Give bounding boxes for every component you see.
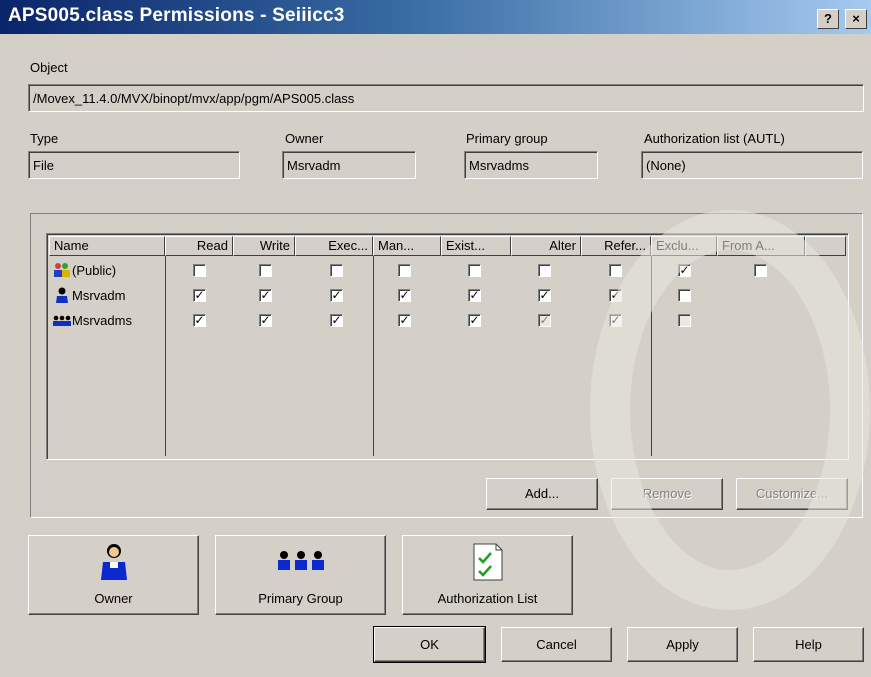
- ok-button[interactable]: OK: [373, 626, 486, 663]
- column-header-existence[interactable]: Exist...: [441, 236, 511, 256]
- column-header-management[interactable]: Man...: [373, 236, 441, 256]
- type-label: Type: [30, 131, 59, 146]
- column-header-write[interactable]: Write: [233, 236, 295, 256]
- checkbox-read[interactable]: [193, 264, 206, 277]
- checkbox-reference[interactable]: ✓: [609, 289, 622, 302]
- checkbox-management[interactable]: ✓: [398, 289, 411, 302]
- checkbox-read[interactable]: ✓: [193, 314, 206, 327]
- checkbox-alter[interactable]: ✓: [538, 314, 551, 327]
- primary-group-button[interactable]: Primary Group: [215, 535, 386, 615]
- checkbox-reference[interactable]: [609, 264, 622, 277]
- permissions-dialog: APS005.class Permissions - Seiiicc3 ? × …: [0, 0, 871, 677]
- primary-group-label: Primary group: [466, 131, 548, 146]
- authorization-list-button-label: Authorization List: [437, 591, 538, 606]
- owner-person-icon: [97, 542, 131, 583]
- row-name-label: (Public): [72, 263, 117, 278]
- remove-button[interactable]: Remove: [611, 478, 723, 510]
- checkbox-execute[interactable]: ✓: [330, 314, 343, 327]
- public-icon: [53, 262, 71, 278]
- checkbox-execute[interactable]: ✓: [330, 289, 343, 302]
- permissions-list[interactable]: Name Read Write Exec... Man... Exist... …: [46, 233, 849, 460]
- primary-group-field[interactable]: Msrvadms: [464, 151, 598, 179]
- checkbox-read[interactable]: ✓: [193, 289, 206, 302]
- owner-button[interactable]: Owner: [28, 535, 199, 615]
- checkbox-write[interactable]: ✓: [259, 314, 272, 327]
- list-row-msrvadms[interactable]: Msrvadms: [53, 310, 132, 332]
- checkbox-management[interactable]: [398, 264, 411, 277]
- column-divider: [165, 256, 166, 456]
- checkbox-existence[interactable]: ✓: [468, 289, 481, 302]
- owner-field[interactable]: Msrvadm: [282, 151, 416, 179]
- checkbox-reference[interactable]: ✓: [609, 314, 622, 327]
- window-title: APS005.class Permissions - Seiiicc3: [8, 5, 345, 26]
- column-divider: [651, 256, 652, 456]
- checkbox-write[interactable]: [259, 264, 272, 277]
- help-button[interactable]: Help: [753, 627, 864, 662]
- close-button[interactable]: ×: [845, 9, 867, 29]
- checkbox-alter[interactable]: ✓: [538, 289, 551, 302]
- object-label: Object: [30, 60, 68, 75]
- checkbox-write[interactable]: ✓: [259, 289, 272, 302]
- title-bar[interactable]: APS005.class Permissions - Seiiicc3 ? ×: [0, 0, 871, 34]
- checkbox-exclude[interactable]: ✓: [678, 264, 691, 277]
- column-header-read[interactable]: Read: [165, 236, 233, 256]
- list-row-public[interactable]: (Public): [53, 260, 116, 282]
- checkbox-execute[interactable]: [330, 264, 343, 277]
- add-button[interactable]: Add...: [486, 478, 598, 510]
- help-title-button[interactable]: ?: [817, 9, 839, 29]
- checkbox-existence[interactable]: ✓: [468, 314, 481, 327]
- checkbox-alter[interactable]: [538, 264, 551, 277]
- checkbox-from-autl[interactable]: [754, 264, 767, 277]
- column-header-exclude[interactable]: Exclu...: [651, 236, 717, 256]
- checkbox-existence[interactable]: [468, 264, 481, 277]
- row-name-label: Msrvadms: [72, 313, 132, 328]
- authorization-list-button[interactable]: Authorization List: [402, 535, 573, 615]
- checkbox-management[interactable]: ✓: [398, 314, 411, 327]
- column-divider: [373, 256, 374, 456]
- customize-button[interactable]: Customize...: [736, 478, 848, 510]
- cancel-button[interactable]: Cancel: [501, 627, 612, 662]
- primary-group-button-label: Primary Group: [258, 591, 343, 606]
- column-header-name[interactable]: Name: [49, 236, 165, 256]
- list-row-msrvadm[interactable]: Msrvadm: [53, 285, 125, 307]
- group-icon: [53, 312, 71, 328]
- owner-label: Owner: [285, 131, 324, 146]
- autl-field[interactable]: (None): [641, 151, 863, 179]
- column-header-execute[interactable]: Exec...: [295, 236, 373, 256]
- column-header-filler: [805, 236, 846, 256]
- column-header-alter[interactable]: Alter: [511, 236, 581, 256]
- checkbox-exclude[interactable]: [678, 289, 691, 302]
- type-field[interactable]: File: [28, 151, 240, 179]
- autl-label: Authorization list (AUTL): [644, 131, 785, 146]
- object-path-field[interactable]: /Movex_11.4.0/MVX/binopt/mvx/app/pgm/APS…: [28, 84, 864, 112]
- column-header-reference[interactable]: Refer...: [581, 236, 651, 256]
- group-people-icon: [276, 550, 326, 575]
- user-icon: [53, 287, 71, 303]
- column-header-from-autl[interactable]: From A...: [717, 236, 805, 256]
- owner-button-label: Owner: [94, 591, 133, 606]
- row-name-label: Msrvadm: [72, 288, 126, 303]
- checklist-icon: [470, 542, 506, 585]
- checkbox-exclude[interactable]: [678, 314, 691, 327]
- apply-button[interactable]: Apply: [627, 627, 738, 662]
